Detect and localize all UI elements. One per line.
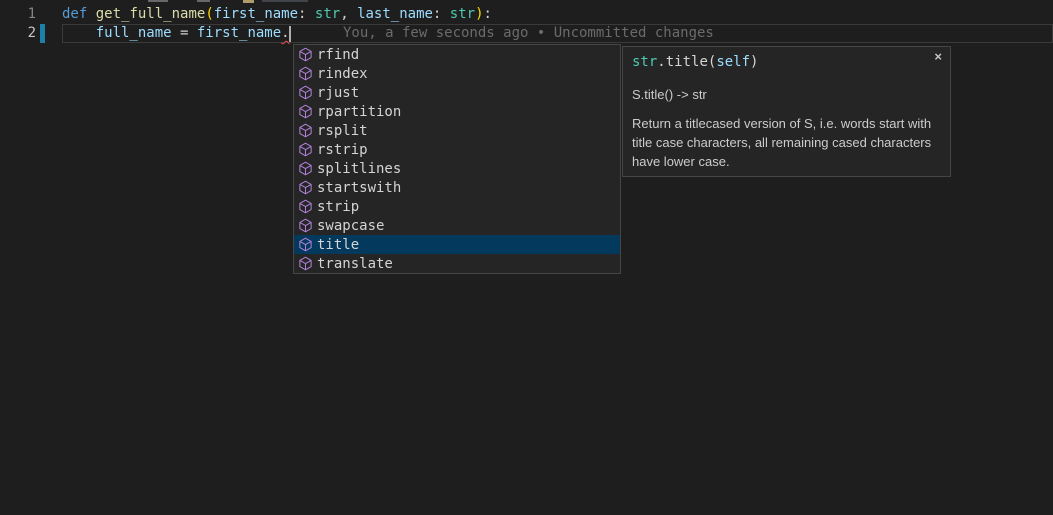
docs-description: Return a titlecased version of S, i.e. w… [632, 114, 944, 171]
suggestion-label: startswith [317, 180, 401, 196]
code-line-2[interactable]: 2 full_name = first_name. You, a few sec… [0, 24, 1053, 43]
line-number: 2 [0, 24, 36, 43]
cut-text-remnant [262, 0, 308, 2]
method-icon [298, 256, 313, 271]
suggestion-label: strip [317, 199, 359, 215]
suggestion-label: rsplit [317, 123, 368, 139]
method-icon [298, 47, 313, 62]
text-cursor [289, 26, 291, 42]
docs-subtitle: S.title() -> str [632, 87, 940, 102]
suggestion-item[interactable]: translate [294, 254, 620, 273]
git-blame-annotation: You, a few seconds ago • Uncommitted cha… [343, 24, 714, 43]
method-icon [298, 180, 313, 195]
method-icon [298, 66, 313, 81]
suggestion-label: translate [317, 256, 393, 272]
code-text: full_name = first_name. [62, 24, 290, 43]
code-line-1[interactable]: 1 def get_full_name(first_name: str, las… [0, 5, 1053, 24]
suggestion-item[interactable]: startswith [294, 178, 620, 197]
suggestion-label: rstrip [317, 142, 368, 158]
suggestion-label: rfind [317, 47, 359, 63]
suggestion-item[interactable]: title [294, 235, 620, 254]
suggestion-label: rindex [317, 66, 368, 82]
suggestion-label: title [317, 237, 359, 253]
line-number: 1 [0, 5, 36, 24]
gutter-modified-indicator [40, 24, 45, 43]
method-icon [298, 142, 313, 157]
method-icon [298, 161, 313, 176]
docs-signature: str.title(self) [632, 53, 940, 72]
code-text: def get_full_name(first_name: str, last_… [62, 5, 492, 24]
cut-text-remnant [148, 0, 168, 2]
method-icon [298, 237, 313, 252]
suggestion-label: swapcase [317, 218, 384, 234]
suggestion-label: rpartition [317, 104, 401, 120]
suggestion-item[interactable]: swapcase [294, 216, 620, 235]
cut-text-remnant [197, 0, 210, 2]
suggestion-item[interactable]: rsplit [294, 121, 620, 140]
suggestion-docs-popup: str.title(self) × S.title() -> str Retur… [622, 46, 951, 177]
suggestion-label: splitlines [317, 161, 401, 177]
suggestion-item[interactable]: rindex [294, 64, 620, 83]
method-icon [298, 199, 313, 214]
suggestion-item[interactable]: rfind [294, 45, 620, 64]
method-icon [298, 104, 313, 119]
autocomplete-dropdown: rfind rindex rjust rpartit [293, 44, 621, 274]
cut-text-remnant [243, 0, 254, 3]
method-icon [298, 85, 313, 100]
code-editor: 1 def get_full_name(first_name: str, las… [0, 0, 1053, 515]
suggestion-item[interactable]: rpartition [294, 102, 620, 121]
suggestion-item[interactable]: strip [294, 197, 620, 216]
method-icon [298, 218, 313, 233]
suggestion-item[interactable]: splitlines [294, 159, 620, 178]
suggestion-label: rjust [317, 85, 359, 101]
suggestion-item[interactable]: rstrip [294, 140, 620, 159]
suggestion-item[interactable]: rjust [294, 83, 620, 102]
method-icon [298, 123, 313, 138]
close-icon[interactable]: × [934, 49, 942, 65]
